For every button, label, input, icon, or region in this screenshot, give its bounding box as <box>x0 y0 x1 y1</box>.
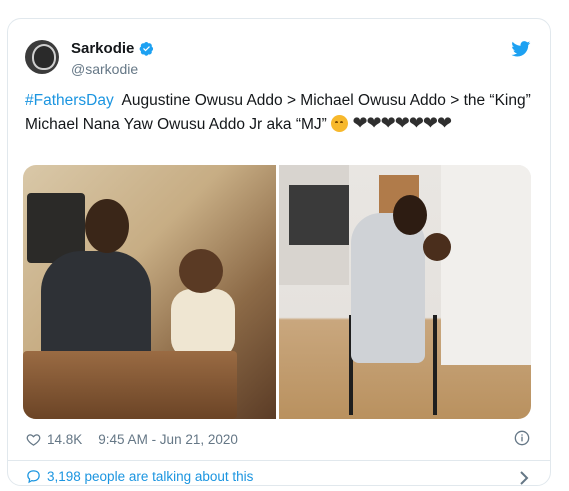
tweet-card[interactable]: Sarkodie @sarkodie #FathersDay Augustine… <box>7 18 551 486</box>
divider <box>8 460 550 461</box>
photo-right[interactable] <box>278 165 531 419</box>
chair <box>23 351 237 419</box>
black-heart-icon: ❤ <box>380 113 396 133</box>
photo-left[interactable] <box>23 165 276 419</box>
tweet-media <box>23 165 531 419</box>
like-count[interactable]: 14.8K <box>47 432 82 447</box>
father-head <box>392 195 427 235</box>
baby-head <box>422 233 451 261</box>
father-head <box>85 199 129 253</box>
black-heart-icon: ❤ <box>352 113 367 133</box>
author-handle[interactable]: @sarkodie <box>71 61 138 77</box>
chevron-right-icon[interactable] <box>518 471 530 485</box>
black-heart-icon: ❤ <box>437 113 452 133</box>
verified-badge-icon <box>140 41 154 56</box>
speech-bubble-icon <box>27 470 40 484</box>
avatar[interactable] <box>25 40 59 74</box>
black-heart-icon: ❤ <box>408 113 424 133</box>
author-name-row[interactable]: Sarkodie <box>71 40 154 57</box>
range-hood <box>288 185 349 245</box>
white-wall <box>441 165 531 365</box>
black-heart-icon: ❤ <box>422 113 438 133</box>
heart-outline-icon[interactable] <box>26 432 41 447</box>
black-heart-icon: ❤ <box>366 113 382 133</box>
baby-dress <box>171 289 235 359</box>
baby-head <box>179 249 223 293</box>
father-figure <box>350 213 425 363</box>
smiling-face-emoji-icon <box>331 115 349 132</box>
twitter-bird-icon[interactable] <box>511 41 531 57</box>
black-heart-icon: ❤ <box>394 113 410 133</box>
tweet-text: #FathersDay Augustine Owusu Addo > Micha… <box>25 89 533 136</box>
conversation-link[interactable]: 3,198 people are talking about this <box>26 469 253 484</box>
talking-text[interactable]: 3,198 people are talking about this <box>47 469 253 484</box>
info-icon[interactable] <box>514 430 530 446</box>
author-name[interactable]: Sarkodie <box>71 40 134 57</box>
tweet-meta: 14.8K 9:45 AM - Jun 21, 2020 <box>26 432 238 447</box>
timestamp[interactable]: 9:45 AM - Jun 21, 2020 <box>98 432 238 447</box>
hashtag-link[interactable]: #FathersDay <box>25 92 114 109</box>
